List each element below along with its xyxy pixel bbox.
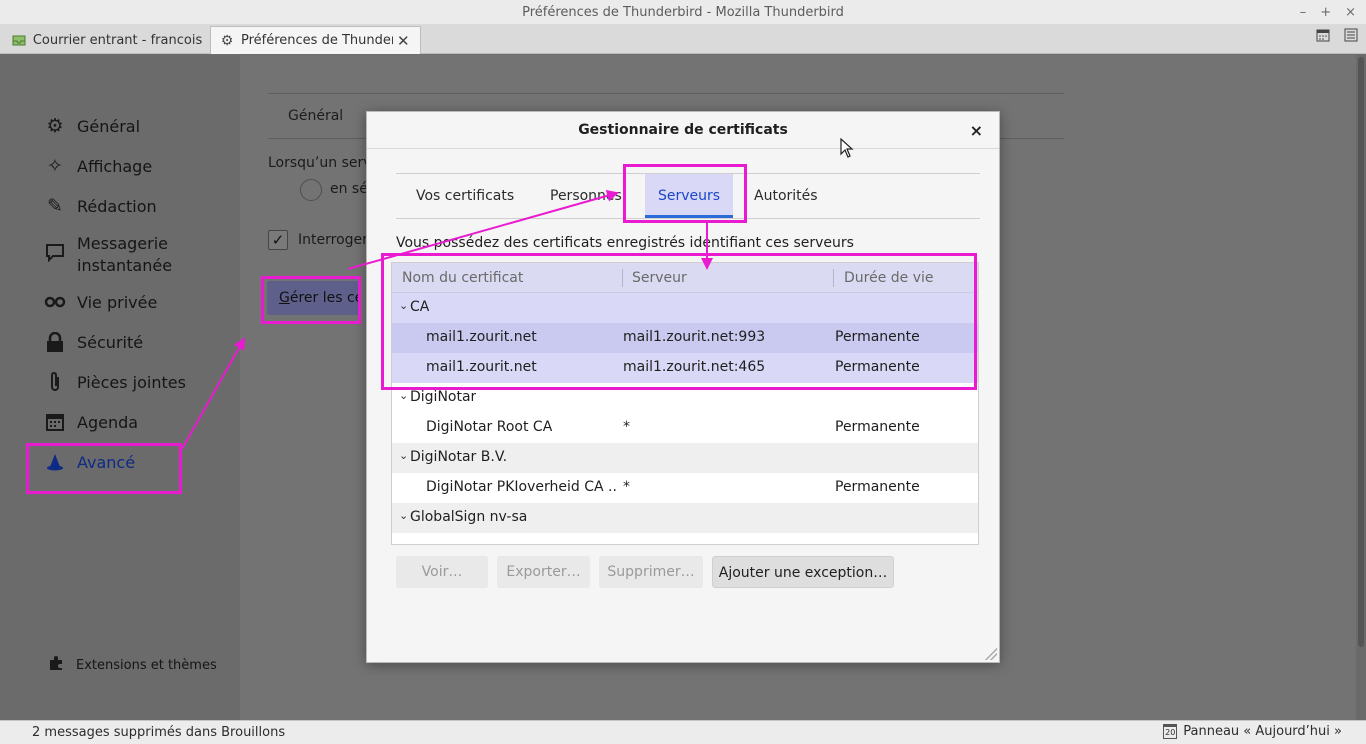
sidebar-item-privacy[interactable]: Vie privée: [44, 291, 157, 313]
tab-label: Courrier entrant - francois@: [32, 32, 202, 48]
sidebar-item-attachments[interactable]: Pièces jointes: [44, 371, 186, 393]
cert-lifetime: Permanente: [835, 419, 920, 435]
display-icon: ✧: [47, 155, 63, 177]
add-exception-button[interactable]: Ajouter une exception…: [712, 556, 894, 588]
mask-icon: [44, 291, 66, 313]
annotation-box-manage-button: [261, 276, 361, 324]
calendar-day-icon: 20: [1163, 724, 1178, 739]
sidebar-item-label: Affichage: [77, 156, 153, 176]
gear-icon: ⚙: [46, 115, 64, 137]
tasks-icon[interactable]: [1344, 28, 1358, 46]
cert-server: *: [623, 419, 630, 435]
sidebar-item-label: Vie privée: [77, 292, 158, 312]
chevron-down-icon[interactable]: ⌄: [399, 389, 408, 402]
tab-authorities[interactable]: Autorités: [754, 188, 818, 204]
status-message: 2 messages supprimés dans Brouillons: [32, 725, 286, 740]
window-title: Préférences de Thunderbird - Mozilla Thu…: [522, 5, 844, 20]
tab-inbox[interactable]: Courrier entrant - francois@: [4, 26, 210, 54]
table-row[interactable]: DigiNotar PKIoverheid CA ... * Permanent…: [392, 473, 978, 503]
mouse-cursor-icon: [840, 138, 854, 158]
today-pane-toggle[interactable]: 20 Panneau « Aujourd’hui »: [1163, 724, 1342, 739]
gear-icon: ⚙: [220, 32, 234, 49]
sidebar-item-composition[interactable]: ✎ Rédaction: [44, 195, 157, 217]
calendar-icon[interactable]: [1316, 28, 1330, 46]
maximize-button[interactable]: +: [1320, 0, 1331, 25]
close-window-button[interactable]: ×: [1345, 0, 1356, 25]
group-name: GlobalSign nv-sa: [410, 509, 528, 525]
sidebar-item-label: Pièces jointes: [77, 372, 186, 392]
chevron-down-icon[interactable]: ⌄: [399, 449, 408, 462]
annotation-box-advanced: [26, 443, 182, 494]
sidebar-item-chat[interactable]: Messagerie instantanée: [44, 233, 172, 277]
chevron-down-icon[interactable]: ⌄: [399, 509, 408, 522]
extensions-themes-link[interactable]: Extensions et thèmes: [48, 655, 217, 675]
status-bar: 2 messages supprimés dans Brouillons 20 …: [0, 720, 1366, 744]
sidebar-item-general[interactable]: ⚙ Général: [44, 115, 140, 137]
pencil-icon: ✎: [47, 195, 63, 217]
view-button[interactable]: Voir…: [396, 556, 488, 588]
pane-radio[interactable]: [300, 179, 322, 201]
annotation-box-servers-tab: [623, 164, 747, 223]
sidebar-item-label: Sécurité: [77, 332, 144, 352]
cert-name: DigiNotar Root CA: [426, 419, 553, 435]
sidebar-item-calendar[interactable]: Agenda: [44, 411, 138, 433]
puzzle-icon: [48, 655, 64, 675]
annotation-box-server-certs: [381, 253, 977, 390]
tab-general[interactable]: Général: [288, 108, 343, 124]
button-label-rest: outer une exception…: [732, 565, 888, 581]
pane-description: Lorsqu’un serv: [268, 155, 372, 171]
cert-name: DigiNotar PKIoverheid CA ...: [426, 479, 618, 495]
inbox-icon: [12, 32, 27, 48]
close-tab-icon[interactable]: ✕: [397, 32, 410, 50]
sidebar-item-display[interactable]: ✧ Affichage: [44, 155, 152, 177]
tab-people[interactable]: Personnes: [550, 188, 622, 204]
paperclip-icon: [44, 371, 66, 393]
extensions-label: Extensions et thèmes: [76, 657, 217, 673]
button-label-prefix: A: [718, 565, 729, 581]
export-button[interactable]: Exporter…: [497, 556, 590, 588]
tree-group-row[interactable]: ⌄ GlobalSign nv-sa: [392, 503, 978, 533]
dialog-header: Gestionnaire de certificats ×: [367, 112, 999, 149]
dialog-description: Vous possédez des certificats enregistré…: [396, 235, 854, 251]
sidebar-item-label: Général: [77, 116, 141, 136]
tab-label: Préférences de Thunderbird: [241, 33, 393, 48]
sidebar-item-label: Agenda: [77, 412, 139, 432]
tab-preferences[interactable]: ⚙ Préférences de Thunderbird ✕: [210, 26, 421, 54]
delete-button[interactable]: Supprimer…: [599, 556, 703, 588]
today-pane-label: Panneau « Aujourd’hui »: [1183, 724, 1342, 739]
resize-grip[interactable]: [985, 648, 997, 660]
sidebar-item-security[interactable]: Sécurité: [44, 331, 143, 353]
dialog-title: Gestionnaire de certificats: [578, 122, 788, 138]
calendar-icon: [44, 411, 66, 433]
minimize-button[interactable]: –: [1300, 0, 1307, 25]
window-controls: – + ×: [1300, 0, 1356, 24]
page-scrollbar[interactable]: [1356, 55, 1366, 720]
lock-icon: [44, 331, 66, 353]
group-name: DigiNotar: [410, 389, 477, 405]
table-row[interactable]: DigiNotar Root CA * Permanente: [392, 413, 978, 443]
sidebar-item-label: Rédaction: [77, 196, 157, 216]
cert-server: *: [623, 479, 630, 495]
window-titlebar: Préférences de Thunderbird - Mozilla Thu…: [0, 0, 1366, 24]
group-name: DigiNotar B.V.: [410, 449, 508, 465]
tab-bar: Courrier entrant - francois@ ⚙ Préférenc…: [0, 24, 1366, 54]
chat-icon: [44, 241, 66, 263]
sidebar-item-label: Messagerie instantanée: [77, 234, 173, 275]
preferences-sidebar: ⚙ Général ✧ Affichage ✎ Rédaction Messag…: [0, 55, 240, 720]
close-icon[interactable]: ×: [970, 112, 983, 149]
scrollbar-thumb[interactable]: [1358, 57, 1364, 647]
tree-group-row[interactable]: ⌄ DigiNotar B.V.: [392, 443, 978, 473]
pane-checkbox-label: Interroger: [298, 232, 368, 248]
tabbar-tools: [1316, 28, 1358, 46]
pane-radio-label: en sé: [330, 181, 368, 197]
tab-your-certificates[interactable]: Vos certificats: [416, 188, 514, 204]
pane-checkbox[interactable]: ✓: [268, 230, 288, 250]
cert-lifetime: Permanente: [835, 479, 920, 495]
